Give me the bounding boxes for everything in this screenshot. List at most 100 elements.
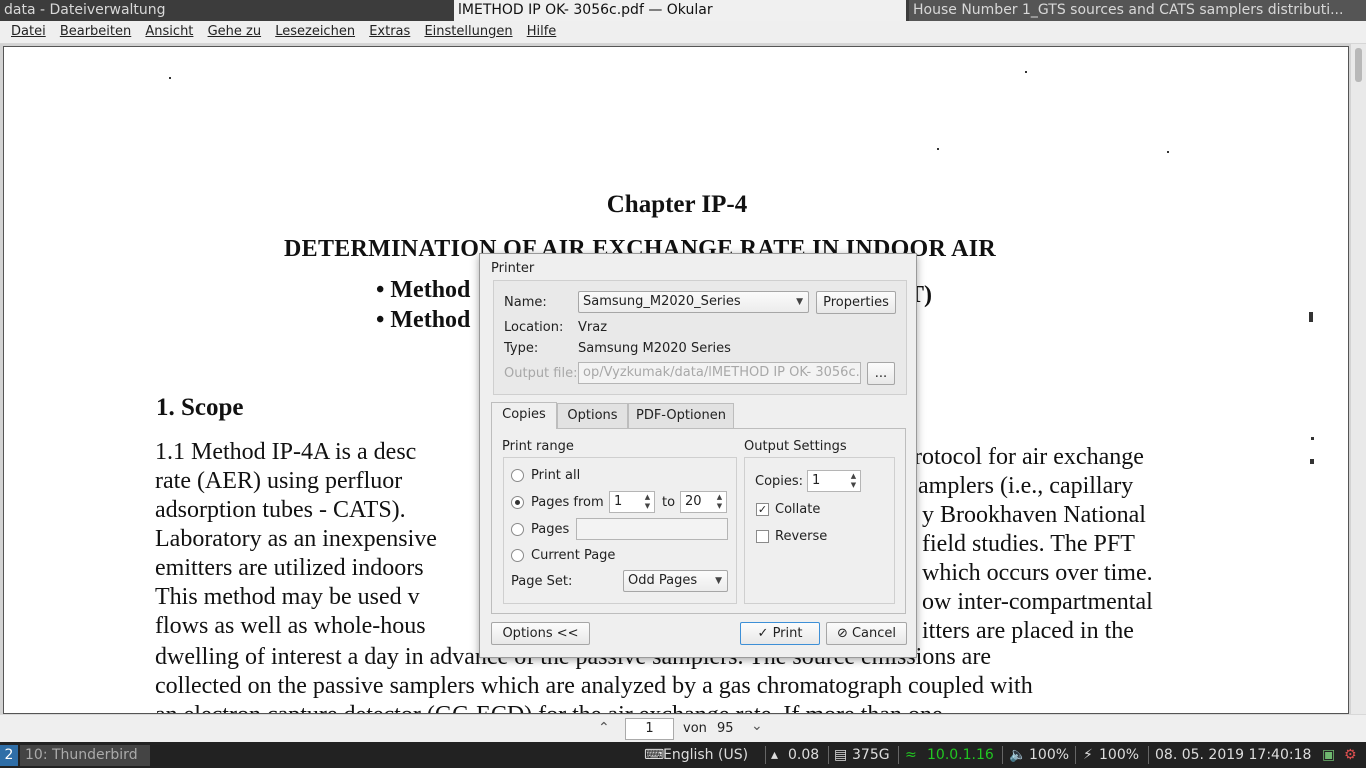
page-set-select[interactable]: Odd Pages ▼: [623, 570, 728, 592]
spin-down-icon[interactable]: ▼: [642, 502, 653, 511]
window-tab-dateiverwaltung[interactable]: data - Dateiverwaltung: [0, 0, 453, 21]
doc-text-line: amplers (i.e., capillary: [918, 473, 1134, 499]
doc-text-line: an electron capture detector (GC-ECD) fo…: [155, 702, 1185, 713]
print-all-radio[interactable]: [511, 469, 524, 482]
doc-chapter-title: Chapter IP-4: [606, 191, 748, 218]
scan-speck: [1309, 312, 1313, 322]
collate-checkbox[interactable]: ✓: [756, 503, 769, 516]
menu-bearbeiten[interactable]: Bearbeiten: [55, 21, 136, 43]
pages-from-label[interactable]: Pages from: [531, 495, 604, 510]
taskbar: 2 10: Thunderbird ⌨ English (US) ▴ 0.08 …: [0, 742, 1366, 768]
pages-from-spinbox[interactable]: 1 ▲ ▼: [609, 491, 655, 513]
vertical-scrollbar[interactable]: [1351, 44, 1366, 714]
options-toggle-button[interactable]: Options <<: [491, 622, 590, 645]
page-navigation-bar: ⌃ 1 von 95 ⌄: [0, 714, 1366, 742]
page-of-label: von: [683, 721, 707, 736]
spin-up-icon[interactable]: ▲: [848, 472, 859, 481]
menu-einstellungen-label: Einstellungen: [424, 24, 513, 39]
volume-level[interactable]: 100%: [1029, 747, 1069, 763]
spin-up-icon[interactable]: ▲: [714, 493, 725, 502]
chevron-down-icon[interactable]: ⌄: [751, 718, 763, 734]
pages-label[interactable]: Pages: [531, 522, 569, 537]
menu-hilfe[interactable]: Hilfe: [522, 21, 562, 43]
tab-pdf-optionen[interactable]: PDF-Optionen: [628, 403, 734, 428]
cancel-button-label: Cancel: [851, 626, 897, 641]
disk-free: 375G: [852, 747, 890, 763]
spin-up-icon[interactable]: ▲: [642, 493, 653, 502]
print-button[interactable]: ✓ Print: [740, 622, 820, 645]
properties-button[interactable]: Properties: [816, 291, 896, 314]
page-number-input[interactable]: 1: [625, 718, 674, 740]
window-title-bar: data - Dateiverwaltung lMETHOD IP OK- 30…: [0, 0, 1366, 21]
pages-field[interactable]: [576, 518, 728, 540]
cpu-load: 0.08: [788, 747, 820, 763]
status-separator: [1148, 746, 1149, 764]
menu-gehe-zu-label: Gehe zu: [207, 24, 262, 39]
disk-icon: ▤: [834, 747, 848, 763]
pages-from-value: 1: [614, 494, 623, 509]
copies-spinbox[interactable]: 1 ▲ ▼: [807, 470, 861, 492]
battery-icon: ⚡: [1083, 747, 1093, 763]
browse-button[interactable]: ...: [867, 362, 895, 385]
menu-gehe-zu[interactable]: Gehe zu: [203, 21, 267, 43]
current-page-radio[interactable]: [511, 549, 524, 562]
doc-scope-heading: 1. Scope: [156, 394, 244, 421]
current-page-label[interactable]: Current Page: [531, 548, 615, 563]
doc-text-line: itters are placed in the: [922, 618, 1134, 644]
status-separator: [1002, 746, 1003, 764]
spin-down-icon[interactable]: ▼: [848, 481, 859, 490]
output-settings-group: Copies: 1 ▲ ▼ ✓ Collate Reverse: [744, 457, 895, 604]
status-separator: [1075, 746, 1076, 764]
print-all-label[interactable]: Print all: [531, 468, 580, 483]
workspace-indicator[interactable]: 2: [0, 745, 18, 766]
tab-copies[interactable]: Copies: [491, 402, 557, 429]
status-separator: [765, 746, 766, 764]
chevron-up-icon[interactable]: ⌃: [598, 720, 610, 736]
window-tab-house-number[interactable]: House Number 1_GTS sources and CATS samp…: [909, 0, 1366, 21]
tray-computer-icon[interactable]: ▣: [1322, 747, 1335, 763]
menu-bar: Datei Bearbeiten Ansicht Gehe zu Lesezei…: [0, 21, 1366, 44]
menu-bearbeiten-label: Bearbeiten: [59, 24, 132, 39]
taskbar-app-thunderbird[interactable]: 10: Thunderbird: [20, 745, 150, 766]
clock: 08. 05. 2019 17:40:18: [1155, 747, 1312, 763]
output-settings-title: Output Settings: [744, 439, 847, 454]
spin-down-icon[interactable]: ▼: [714, 502, 725, 511]
tray-gear-icon[interactable]: ⚙: [1344, 747, 1357, 763]
location-label: Location:: [504, 320, 564, 335]
window-tab-okular[interactable]: lMETHOD IP OK- 3056c.pdf — Okular: [454, 0, 906, 21]
load-icon: ▴: [771, 747, 779, 763]
reverse-label[interactable]: Reverse: [775, 529, 827, 544]
menu-ansicht[interactable]: Ansicht: [140, 21, 198, 43]
doc-text-line: rotocol for air exchange: [914, 444, 1144, 470]
output-file-field[interactable]: op/Vyzkumak/data/lMETHOD IP OK- 3056c.pd…: [578, 362, 861, 384]
printer-name-select[interactable]: Samsung_M2020_Series ▼: [578, 291, 809, 313]
keyboard-icon: ⌨: [644, 747, 665, 763]
copies-label: Copies:: [755, 474, 804, 489]
menu-ansicht-label: Ansicht: [145, 24, 194, 39]
menu-extras[interactable]: Extras: [364, 21, 415, 43]
printer-group-title: Printer: [491, 261, 535, 276]
type-label: Type:: [504, 341, 539, 356]
cancel-button[interactable]: ⊘ Cancel: [826, 622, 907, 645]
pages-to-spinbox[interactable]: 20 ▲ ▼: [680, 491, 727, 513]
menu-datei[interactable]: Datei: [6, 21, 51, 43]
print-dialog: Printer Name: Samsung_M2020_Series ▼ Pro…: [479, 253, 917, 658]
reverse-checkbox[interactable]: [756, 530, 769, 543]
copies-value: 1: [812, 473, 821, 488]
pages-from-radio[interactable]: [511, 496, 524, 509]
check-icon: ✓: [757, 503, 768, 516]
name-label: Name:: [504, 295, 547, 310]
check-icon: ✓: [757, 626, 773, 641]
tab-options[interactable]: Options: [557, 403, 628, 428]
collate-label[interactable]: Collate: [775, 502, 820, 517]
keyboard-layout[interactable]: English (US): [663, 747, 748, 763]
menu-extras-label: Extras: [369, 24, 411, 39]
menu-einstellungen[interactable]: Einstellungen: [419, 21, 517, 43]
menu-lesezeichen[interactable]: Lesezeichen: [270, 21, 360, 43]
to-label: to: [662, 495, 676, 510]
print-range-title: Print range: [502, 439, 574, 454]
pages-radio[interactable]: [511, 523, 524, 536]
battery-level: 100%: [1099, 747, 1140, 763]
scrollbar-thumb[interactable]: [1355, 48, 1362, 82]
doc-text-line: which occurs over time.: [922, 560, 1153, 586]
